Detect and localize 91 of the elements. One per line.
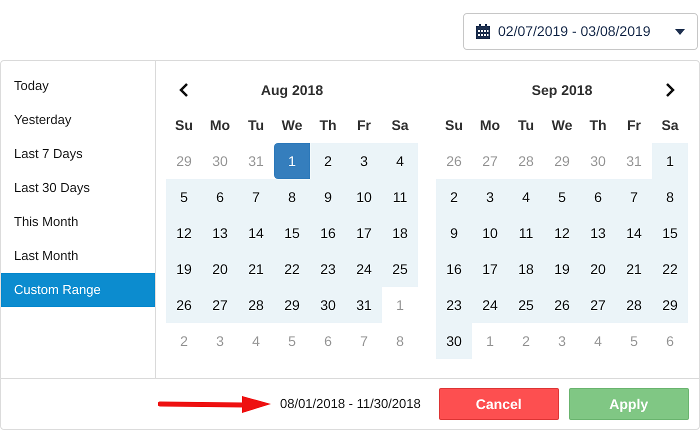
day-cell[interactable]: 2 [310, 143, 346, 179]
day-cell[interactable]: 25 [508, 287, 544, 323]
day-cell[interactable]: 11 [508, 215, 544, 251]
day-cell[interactable]: 21 [238, 251, 274, 287]
day-cell[interactable]: 9 [310, 179, 346, 215]
day-cell[interactable]: 15 [652, 215, 688, 251]
day-cell[interactable]: 12 [544, 215, 580, 251]
day-cell[interactable]: 17 [346, 215, 382, 251]
day-cell[interactable]: 16 [310, 215, 346, 251]
day-cell[interactable]: 1 [652, 143, 688, 179]
day-cell[interactable]: 23 [436, 287, 472, 323]
day-cell[interactable]: 22 [274, 251, 310, 287]
day-cell[interactable]: 29 [652, 287, 688, 323]
range-option[interactable]: Last Month [1, 239, 155, 273]
day-cell[interactable]: 19 [544, 251, 580, 287]
weekday-label: Tu [248, 116, 264, 134]
day-cell[interactable]: 11 [382, 179, 418, 215]
day-cell[interactable]: 31 [346, 287, 382, 323]
day-cell[interactable]: 30 [310, 287, 346, 323]
weekday-label: Mo [480, 116, 500, 134]
weekday-label: We [282, 116, 302, 134]
weekday-label: Mo [210, 116, 230, 134]
range-option[interactable]: Last 30 Days [1, 171, 155, 205]
range-option[interactable]: Custom Range [1, 273, 155, 307]
day-cell[interactable]: 13 [580, 215, 616, 251]
day-cell[interactable]: 20 [202, 251, 238, 287]
day-cell[interactable]: 14 [238, 215, 274, 251]
weekday-label: Sa [391, 116, 409, 134]
day-cell[interactable]: 10 [346, 179, 382, 215]
day-cell[interactable]: 17 [472, 251, 508, 287]
day-cell[interactable]: 3 [346, 143, 382, 179]
day-cell[interactable]: 13 [202, 215, 238, 251]
day-cell[interactable]: 27 [202, 287, 238, 323]
day-cell[interactable]: 2 [436, 179, 472, 215]
selected-range-text: 08/01/2018 - 11/30/2018 [280, 395, 421, 414]
day-cell[interactable]: 12 [166, 215, 202, 251]
day-cell[interactable]: 21 [616, 251, 652, 287]
day-cell[interactable]: 28 [238, 287, 274, 323]
weekday-label: Su [175, 116, 193, 134]
day-cell[interactable]: 20 [580, 251, 616, 287]
day-cell[interactable]: 14 [616, 215, 652, 251]
weekday-label: Fr [357, 116, 371, 134]
day-cell[interactable]: 5 [544, 179, 580, 215]
weekday-label: Th [319, 116, 337, 134]
day-cell[interactable]: 15 [274, 215, 310, 251]
day-cell[interactable]: 10 [472, 215, 508, 251]
weekday-label: Su [445, 116, 463, 134]
day-cell[interactable]: 7 [238, 179, 274, 215]
day-cell[interactable]: 26 [166, 287, 202, 323]
chevron-left-icon[interactable] [179, 83, 189, 97]
chevron-right-icon[interactable] [665, 83, 675, 97]
day-cell[interactable]: 29 [274, 287, 310, 323]
day-cell[interactable]: 24 [346, 251, 382, 287]
weekday-label: Fr [627, 116, 641, 134]
weekday-label: Th [589, 116, 607, 134]
day-cell[interactable]: 19 [166, 251, 202, 287]
range-option[interactable]: Last 7 Days [1, 137, 155, 171]
day-cell[interactable]: 8 [274, 179, 310, 215]
day-cell[interactable]: 18 [508, 251, 544, 287]
day-cell[interactable]: 24 [472, 287, 508, 323]
day-cell[interactable]: 30 [436, 323, 472, 359]
date-range-field[interactable]: 02/07/2019 - 03/08/2019 [463, 13, 698, 50]
range-option[interactable]: Yesterday [1, 103, 155, 137]
day-cell[interactable]: 4 [508, 179, 544, 215]
day-cell[interactable]: 9 [436, 215, 472, 251]
day-cell[interactable]: 6 [580, 179, 616, 215]
month-title: Aug 2018 [260, 80, 324, 100]
range-option[interactable]: Today [1, 69, 155, 103]
caret-down-icon[interactable] [675, 28, 685, 34]
day-cell[interactable]: 27 [580, 287, 616, 323]
day-cell[interactable]: 7 [616, 179, 652, 215]
day-cell[interactable]: 4 [382, 143, 418, 179]
range-option[interactable]: This Month [1, 205, 155, 239]
month-title: Sep 2018 [532, 80, 592, 100]
day-cell[interactable]: 23 [310, 251, 346, 287]
day-cell[interactable]: 26 [544, 287, 580, 323]
day-cell[interactable]: 22 [652, 251, 688, 287]
day-cell[interactable]: 16 [436, 251, 472, 287]
day-cell[interactable]: 18 [382, 215, 418, 251]
day-cell[interactable]: 6 [202, 179, 238, 215]
weekday-label: We [552, 116, 572, 134]
weekday-label: Sa [661, 116, 679, 134]
day-cell[interactable]: 25 [382, 251, 418, 287]
day-cell[interactable]: 5 [166, 179, 202, 215]
day-cell[interactable]: 1 [274, 143, 310, 179]
day-cell[interactable]: 3 [472, 179, 508, 215]
weekday-label: Tu [518, 116, 534, 134]
calendar-icon [476, 24, 490, 39]
day-cell[interactable]: 8 [652, 179, 688, 215]
day-cell[interactable]: 28 [616, 287, 652, 323]
date-range-value: 02/07/2019 - 03/08/2019 [498, 22, 652, 41]
